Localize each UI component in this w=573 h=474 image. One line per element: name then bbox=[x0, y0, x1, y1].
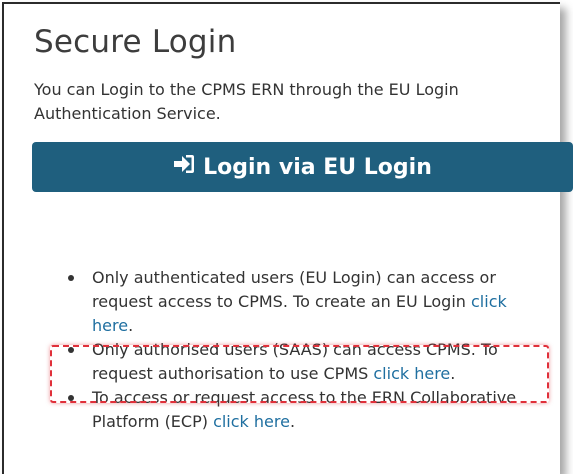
eu-login-button[interactable]: Login via EU Login bbox=[32, 142, 573, 192]
bullet bbox=[68, 395, 74, 401]
page-title: Secure Login bbox=[34, 24, 237, 60]
info-list: Only authenticated users (EU Login) can … bbox=[66, 266, 536, 434]
list-item-punct: . bbox=[128, 316, 134, 335]
list-item: Only authenticated users (EU Login) can … bbox=[66, 266, 536, 338]
cpms-authorisation-link[interactable]: click here bbox=[373, 364, 450, 383]
list-item-text: Only authenticated users (EU Login) can … bbox=[92, 268, 496, 311]
intro-text: You can Login to the CPMS ERN through th… bbox=[34, 80, 459, 123]
list-item-text: To access or request access to the ERN C… bbox=[92, 388, 517, 431]
login-button-label: Login via EU Login bbox=[203, 154, 432, 180]
ecp-access-link[interactable]: click here bbox=[213, 412, 290, 431]
list-item: Only authorised users (SAAS) can access … bbox=[66, 338, 536, 386]
list-item: To access or request access to the ERN C… bbox=[66, 386, 536, 434]
bullet bbox=[68, 275, 74, 281]
list-item-punct: . bbox=[289, 412, 296, 431]
bullet bbox=[68, 347, 74, 353]
sign-in-icon bbox=[173, 154, 203, 180]
login-panel: Secure Login You can Login to the CPMS E… bbox=[2, 2, 573, 474]
list-item-punct: . bbox=[450, 364, 456, 383]
